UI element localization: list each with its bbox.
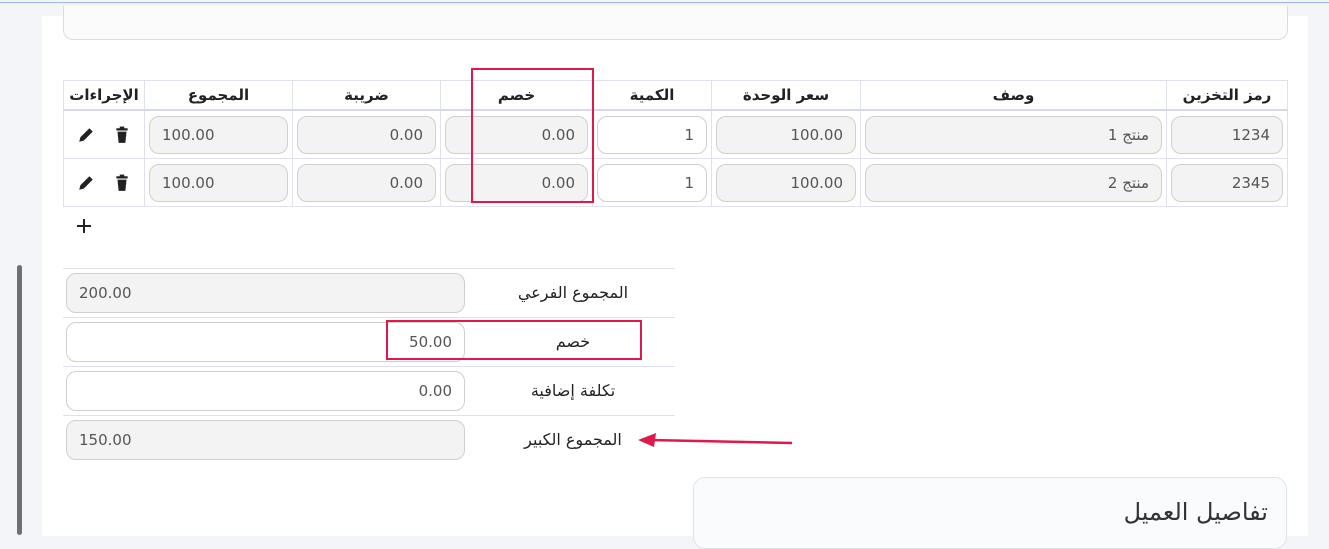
total-field[interactable] (149, 163, 288, 202)
extra-cost-row: تكلفة إضافية (63, 366, 675, 415)
table-row (63, 158, 1288, 207)
header-quantity: الكمية (592, 80, 712, 111)
scrollbar[interactable] (17, 265, 22, 535)
description-field[interactable] (865, 115, 1162, 154)
header-actions: الإجراءات (63, 80, 145, 111)
quantity-field[interactable] (597, 115, 707, 154)
header-sku: رمز التخزين (1166, 80, 1288, 111)
tax-field[interactable] (297, 163, 436, 202)
sku-field[interactable] (1171, 115, 1283, 154)
grand-total-row: المجموع الكبير (63, 415, 675, 464)
subtotal-row: المجموع الفرعي (63, 268, 675, 317)
header-unit-price: سعر الوحدة (711, 80, 861, 111)
customer-details-title: تفاصيل العميل (1123, 498, 1268, 526)
totals-section: المجموع الفرعي خصم تكلفة إضافية المجموع … (63, 268, 675, 464)
header-total: المجموع (144, 80, 293, 111)
sku-field[interactable] (1171, 163, 1283, 202)
extra-cost-label: تكلفة إضافية (530, 381, 616, 400)
header-tax: ضريبة (292, 80, 441, 111)
discount-field[interactable] (445, 115, 588, 154)
discount-row: خصم (63, 317, 675, 366)
row-actions (63, 158, 145, 207)
quantity-field[interactable] (597, 163, 707, 202)
tax-field[interactable] (297, 115, 436, 154)
discount-label: خصم (555, 332, 591, 351)
subtotal-label: المجموع الفرعي (517, 283, 629, 302)
add-row-icon[interactable] (74, 216, 94, 236)
edit-icon[interactable] (77, 126, 95, 144)
table-row (63, 109, 1288, 159)
grand-total-field[interactable] (66, 420, 465, 460)
table-header-row: رمز التخزين وصف سعر الوحدة الكمية خصم ضر… (63, 80, 1288, 111)
delete-icon[interactable] (113, 174, 131, 192)
customer-details-card: تفاصيل العميل (693, 477, 1287, 549)
row-actions (63, 109, 145, 159)
total-field[interactable] (149, 115, 288, 154)
header-discount: خصم (440, 80, 593, 111)
unit-price-field[interactable] (716, 163, 856, 202)
description-field[interactable] (865, 163, 1162, 202)
discount-total-field[interactable] (66, 322, 465, 362)
header-description: وصف (860, 80, 1167, 111)
edit-icon[interactable] (77, 174, 95, 192)
previous-section-box (63, 6, 1288, 40)
delete-icon[interactable] (113, 126, 131, 144)
annotation-arrow (638, 433, 793, 447)
top-border-line (0, 2, 1329, 3)
unit-price-field[interactable] (716, 115, 856, 154)
extra-cost-field[interactable] (66, 371, 465, 411)
subtotal-field[interactable] (66, 273, 465, 313)
items-table: رمز التخزين وصف سعر الوحدة الكمية خصم ضر… (63, 80, 1288, 207)
discount-field[interactable] (445, 163, 588, 202)
